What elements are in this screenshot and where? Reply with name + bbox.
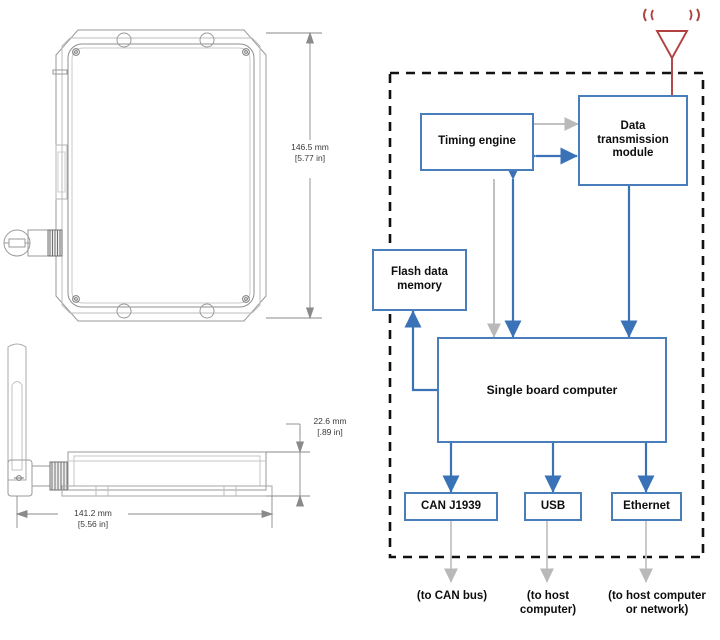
block-timing-engine[interactable]: Timing engine <box>420 113 534 171</box>
block-flash-data-memory-label: Flash data memory <box>391 266 448 292</box>
block-data-transmission-module-label: Data transmission module <box>597 120 669 160</box>
block-usb[interactable]: USB <box>524 492 582 521</box>
block-single-board-computer[interactable]: Single board computer <box>437 337 667 443</box>
block-ethernet-label: Ethernet <box>623 499 670 512</box>
figure-canvas: 146.5 mm [5.77 in] 22.6 mm [.89 in] 141.… <box>0 0 720 640</box>
block-timing-engine-label: Timing engine <box>438 135 516 148</box>
block-single-board-computer-label: Single board computer <box>486 382 618 397</box>
external-label-usb-host: (to host computer) <box>519 590 577 617</box>
block-data-transmission-module[interactable]: Data transmission module <box>578 95 688 186</box>
external-label-ethernet-host: (to host computer or network) <box>608 590 706 617</box>
antenna-icon <box>643 8 700 103</box>
block-can-j1939-label: CAN J1939 <box>420 499 482 512</box>
block-ethernet[interactable]: Ethernet <box>611 492 682 521</box>
block-usb-label: USB <box>540 499 566 512</box>
external-label-can-bus: (to CAN bus) <box>416 590 488 602</box>
block-can-j1939[interactable]: CAN J1939 <box>404 492 498 521</box>
block-flash-data-memory[interactable]: Flash data memory <box>372 249 467 311</box>
